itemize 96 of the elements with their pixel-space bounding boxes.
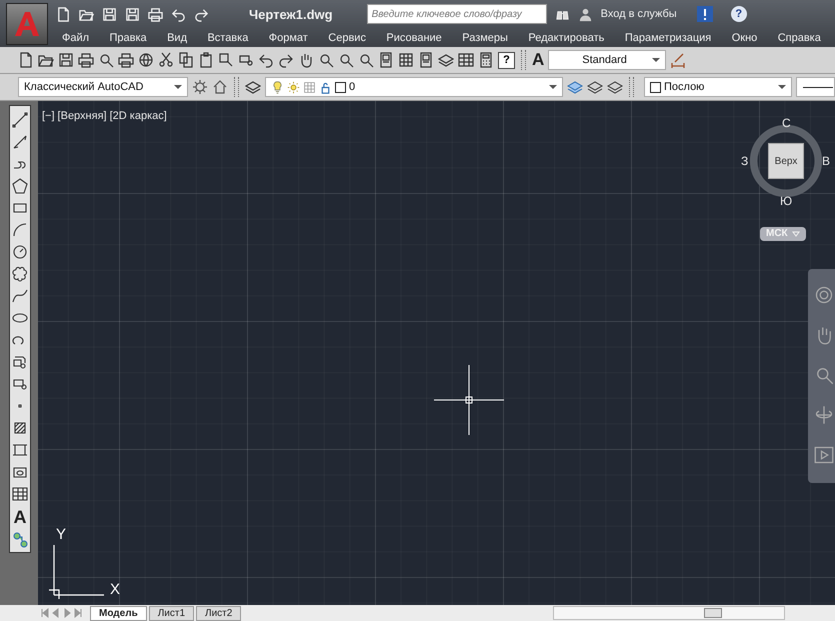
exclamation-icon[interactable]	[696, 6, 713, 22]
print-preview-icon[interactable]	[98, 52, 114, 68]
layers-icon[interactable]	[607, 79, 623, 95]
copy-icon[interactable]	[178, 52, 194, 68]
scissors-icon[interactable]	[158, 52, 174, 68]
caret-icon	[778, 83, 786, 91]
application-button[interactable]	[6, 3, 48, 45]
viewport-control[interactable]: [Верхняя]	[58, 110, 107, 122]
sign-in-link[interactable]: Вход в службы	[600, 8, 677, 20]
layer-dropdown[interactable]: 0	[265, 77, 563, 97]
lock-icon	[319, 80, 332, 94]
printer-icon[interactable]	[78, 52, 94, 68]
double-arrow-icon[interactable]	[12, 134, 28, 150]
layout-tab[interactable]: Лист1	[148, 606, 194, 620]
window-title: Чертеж1.dwg	[249, 6, 333, 22]
menu-item[interactable]: Параметризация	[624, 32, 712, 44]
layers-icon[interactable]	[438, 52, 454, 68]
grid-icon[interactable]	[398, 52, 414, 68]
spline-icon[interactable]	[12, 288, 28, 304]
zoom-icon[interactable]	[318, 52, 334, 68]
caret-icon	[549, 83, 557, 91]
bulb-icon	[271, 80, 284, 94]
menu-item[interactable]: Правка	[109, 32, 147, 44]
pentagon-icon[interactable]	[12, 178, 28, 194]
globe-icon[interactable]	[138, 52, 154, 68]
menu-item[interactable]: Рисование	[386, 32, 442, 44]
caret-icon	[174, 83, 182, 91]
save-icon[interactable]	[58, 52, 74, 68]
compass-direction[interactable]: Ю	[780, 194, 792, 208]
gear-icon[interactable]	[192, 79, 208, 95]
add-selected-icon[interactable]	[12, 532, 28, 548]
grid-icon	[303, 80, 316, 94]
new-file-icon[interactable]	[56, 6, 71, 22]
compass-direction[interactable]: С	[782, 116, 791, 130]
compass-direction[interactable]: В	[822, 154, 830, 168]
menu-item[interactable]: Файл	[62, 32, 90, 44]
house-icon[interactable]	[212, 79, 228, 95]
arc-icon[interactable]	[12, 222, 28, 238]
layers-icon[interactable]	[587, 79, 603, 95]
layers-icon[interactable]	[245, 79, 261, 95]
menu-item[interactable]: Редактировать	[528, 32, 604, 44]
sun-icon	[287, 80, 300, 94]
menu-item[interactable]: Вставка	[207, 32, 248, 44]
undo-icon[interactable]	[171, 6, 186, 22]
dimension-icon[interactable]	[670, 52, 686, 68]
view-cube-face[interactable]: Верх	[768, 143, 804, 179]
drawing-canvas[interactable]: [−] [Верхняя] [2D каркас] С З Верх В Ю МСК Y X	[38, 101, 835, 605]
caret-icon	[652, 56, 660, 64]
save-as-icon[interactable]	[125, 6, 140, 22]
redo-icon[interactable]	[278, 52, 294, 68]
zoom-icon[interactable]	[338, 52, 354, 68]
panel-icon[interactable]	[378, 52, 394, 68]
linetype-dropdown[interactable]	[796, 77, 835, 97]
printer-icon[interactable]	[118, 52, 134, 68]
orbit-icon[interactable]	[814, 405, 834, 425]
layout-tab[interactable]: Лист2	[196, 606, 242, 620]
text-tool-button[interactable]: A	[14, 508, 26, 526]
menu-item[interactable]: Размеры	[462, 32, 508, 44]
workspace-dropdown[interactable]: Классический AutoCAD	[18, 77, 188, 97]
hatch-icon[interactable]	[12, 420, 28, 436]
horizontal-scrollbar[interactable]	[553, 606, 786, 620]
undo-icon[interactable]	[258, 52, 274, 68]
play-icon[interactable]	[814, 445, 834, 465]
user-icon[interactable]	[578, 6, 593, 22]
menu-item[interactable]: Справка	[778, 32, 821, 44]
crosshair-cursor	[434, 365, 504, 435]
menu-item[interactable]: Сервис	[328, 32, 366, 44]
calculator-icon[interactable]	[478, 52, 494, 68]
caret-icon	[792, 230, 800, 238]
viewport-control[interactable]: [−]	[42, 110, 55, 122]
menu-item[interactable]: Формат	[268, 32, 308, 44]
cloud-icon[interactable]	[12, 266, 28, 282]
color-dropdown[interactable]: Послою	[644, 77, 792, 97]
layout-tab[interactable]: Модель	[90, 606, 147, 620]
clipboard-icon[interactable]	[198, 52, 214, 68]
line-icon[interactable]	[12, 112, 28, 128]
axis-label: Y	[56, 526, 66, 543]
text-style-dropdown[interactable]: Standard	[548, 50, 666, 70]
help-button[interactable]: ?	[498, 52, 515, 68]
compass-direction[interactable]: З	[741, 154, 748, 168]
table-icon[interactable]	[458, 52, 474, 68]
panel-icon[interactable]	[418, 52, 434, 68]
table-icon[interactable]	[12, 486, 28, 502]
help-button[interactable]: ?	[730, 6, 747, 22]
text-style-button[interactable]: A	[532, 50, 544, 70]
app-logo-icon	[12, 9, 42, 39]
axis-label: X	[110, 581, 120, 598]
menu-item[interactable]: Окно	[732, 32, 758, 44]
menu-item[interactable]: Вид	[167, 32, 187, 44]
new-file-icon[interactable]	[18, 52, 34, 68]
insert-block-icon[interactable]	[12, 354, 28, 370]
redo-icon[interactable]	[194, 6, 209, 22]
zoom-icon[interactable]	[358, 52, 374, 68]
search-field[interactable]: Введите ключевое слово/фразу	[366, 4, 547, 24]
viewport-control[interactable]: [2D каркас]	[110, 110, 167, 122]
layers-icon[interactable]	[567, 79, 583, 95]
